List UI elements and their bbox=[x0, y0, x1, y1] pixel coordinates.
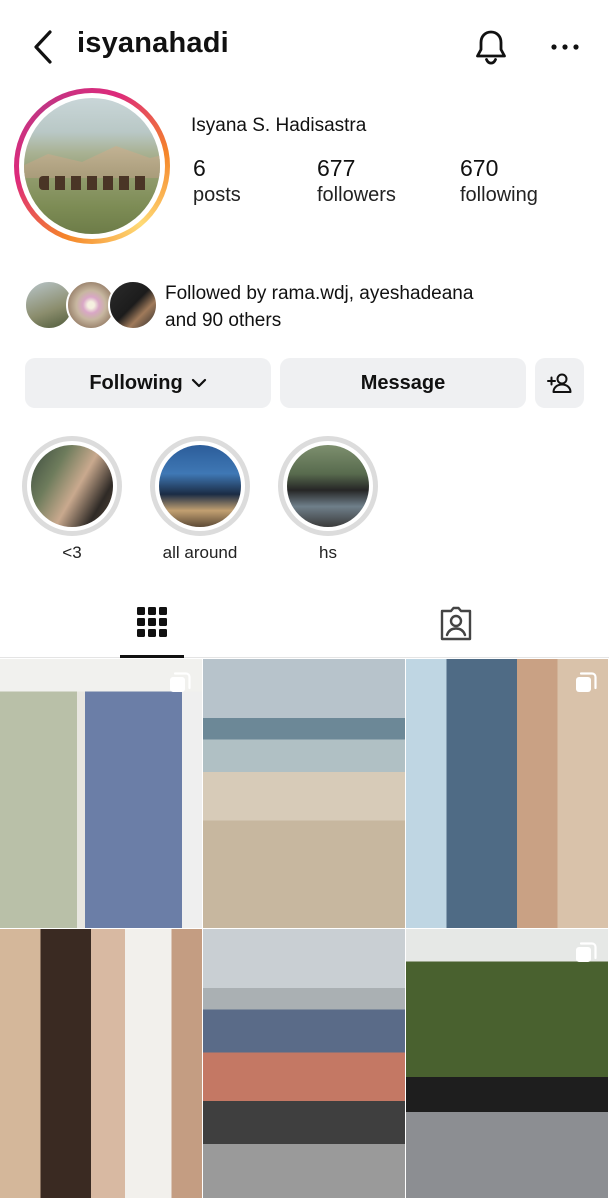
story-highlight[interactable]: <3 bbox=[22, 436, 122, 563]
back-arrow-icon[interactable] bbox=[30, 28, 58, 66]
post-thumbnail[interactable] bbox=[406, 659, 608, 928]
highlight-label: all around bbox=[162, 543, 238, 562]
highlight-cover bbox=[31, 445, 113, 527]
posts-stat: 6 posts bbox=[193, 155, 241, 207]
profile-header: isyanahadi bbox=[0, 0, 609, 96]
profile-username: isyanahadi bbox=[77, 27, 229, 59]
followers-count: 677 bbox=[317, 155, 356, 181]
followed-by-text[interactable]: Followed by rama.wdj, ayeshadeana and 90… bbox=[165, 280, 473, 334]
grid-icon bbox=[137, 607, 167, 637]
following-label: following bbox=[460, 184, 538, 206]
more-icon[interactable] bbox=[548, 36, 582, 58]
message-button[interactable]: Message bbox=[280, 358, 526, 408]
followers-label: followers bbox=[317, 184, 396, 206]
bell-icon[interactable] bbox=[470, 26, 512, 68]
posts-count: 6 bbox=[193, 155, 206, 181]
posts-grid bbox=[0, 659, 609, 1200]
posts-label: posts bbox=[193, 184, 241, 206]
following-stat[interactable]: 670 following bbox=[460, 155, 538, 207]
add-user-button[interactable] bbox=[535, 358, 584, 408]
chevron-down-icon bbox=[191, 378, 206, 388]
profile-avatar[interactable] bbox=[14, 88, 170, 244]
post-thumbnail[interactable] bbox=[203, 659, 405, 928]
tab-posts-grid[interactable] bbox=[120, 590, 184, 658]
followers-stat[interactable]: 677 followers bbox=[317, 155, 396, 207]
add-user-icon bbox=[546, 373, 571, 393]
following-count: 670 bbox=[460, 155, 499, 181]
profile-tabs bbox=[0, 590, 609, 658]
story-highlight[interactable]: hs bbox=[278, 436, 378, 563]
highlight-cover bbox=[287, 445, 369, 527]
post-thumbnail[interactable] bbox=[203, 929, 405, 1198]
multiple-photos-icon bbox=[576, 942, 597, 962]
highlight-label: <3 bbox=[62, 543, 82, 562]
message-button-label: Message bbox=[360, 371, 446, 394]
mutual-avatar bbox=[108, 280, 158, 330]
avatar-image bbox=[24, 98, 160, 234]
profile-full-name: Isyana S. Hadisastra bbox=[191, 115, 367, 136]
highlight-cover bbox=[159, 445, 241, 527]
post-thumbnail[interactable] bbox=[0, 929, 202, 1198]
following-button-label: Following bbox=[89, 371, 183, 394]
post-thumbnail[interactable] bbox=[406, 929, 608, 1198]
highlight-label: hs bbox=[319, 543, 337, 562]
post-thumbnail[interactable] bbox=[0, 659, 202, 928]
story-highlight[interactable]: all around bbox=[150, 436, 250, 563]
multiple-photos-icon bbox=[170, 672, 191, 692]
mutual-followers-avatars[interactable] bbox=[24, 280, 158, 330]
followed-by-line-2: and 90 others bbox=[165, 310, 282, 331]
following-button[interactable]: Following bbox=[25, 358, 271, 408]
tagged-icon[interactable] bbox=[438, 606, 474, 642]
followed-by-line-1: Followed by rama.wdj, ayeshadeana bbox=[165, 283, 474, 304]
multiple-photos-icon bbox=[576, 672, 597, 692]
